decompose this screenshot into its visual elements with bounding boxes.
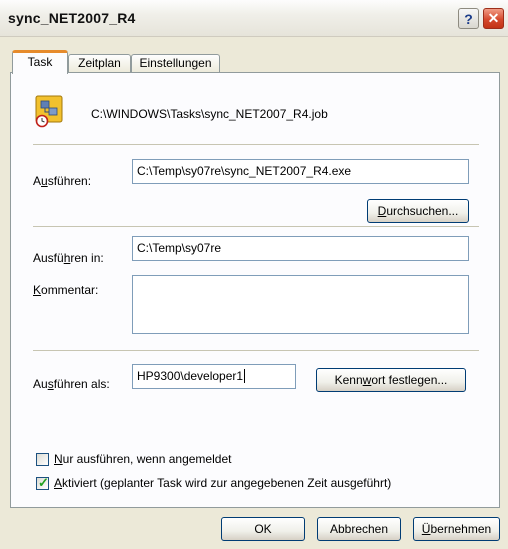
title-bar[interactable]: sync_NET2007_R4 ? ✕	[0, 0, 508, 37]
enabled-label[interactable]: Aktiviert (geplanter Task wird zur angeg…	[54, 476, 391, 490]
browse-button-label: Durchsuchen...	[377, 204, 459, 218]
text-cursor	[244, 369, 246, 383]
only-logged-on-label[interactable]: Nur ausführen, wenn angemeldet	[54, 452, 231, 466]
ok-button[interactable]: OK	[221, 517, 305, 541]
run-as-value: HP9300\developer1	[137, 369, 244, 383]
tab-task-label: Task	[27, 55, 53, 69]
cancel-button-label: Abbrechen	[329, 522, 389, 536]
start-in-label: Ausführen in:	[33, 251, 104, 265]
apply-button-label: Übernehmen	[421, 522, 492, 536]
close-button[interactable]: ✕	[483, 8, 504, 29]
browse-button[interactable]: Durchsuchen...	[367, 199, 469, 223]
window-title: sync_NET2007_R4	[8, 10, 136, 26]
set-password-button-label: Kennwort festlegen...	[334, 373, 448, 387]
tab-task[interactable]: Task	[12, 50, 68, 74]
set-password-button[interactable]: Kennwort festlegen...	[316, 368, 466, 392]
separator-1	[33, 144, 479, 145]
run-label: Ausführen:	[33, 174, 92, 188]
task-properties-dialog: sync_NET2007_R4 ? ✕ Task Zeitplan Einste…	[0, 0, 508, 549]
apply-button[interactable]: Übernehmen	[413, 517, 500, 541]
question-mark-icon: ?	[464, 10, 473, 27]
start-in-field[interactable]: C:\Temp\sy07re	[132, 236, 469, 261]
tab-zeitplan[interactable]: Zeitplan	[68, 54, 131, 73]
ok-button-label: OK	[254, 522, 272, 536]
separator-3	[33, 350, 479, 351]
cancel-button[interactable]: Abbrechen	[317, 517, 401, 541]
run-command-field[interactable]: C:\Temp\sy07re\sync_NET2007_R4.exe	[132, 159, 469, 184]
close-icon: ✕	[487, 10, 500, 26]
check-mark-icon: ✓	[38, 475, 49, 490]
task-tab-panel: C:\WINDOWS\Tasks\sync_NET2007_R4.job Aus…	[10, 72, 500, 508]
run-as-label: Ausführen als:	[33, 377, 110, 391]
job-file-path: C:\WINDOWS\Tasks\sync_NET2007_R4.job	[91, 107, 328, 121]
run-as-field[interactable]: HP9300\developer1	[132, 364, 296, 389]
only-logged-on-checkbox[interactable]	[36, 453, 49, 466]
tab-einstellungen-label: Einstellungen	[139, 56, 212, 70]
enabled-checkbox[interactable]: ✓	[36, 475, 49, 490]
comment-label: Kommentar:	[33, 283, 99, 297]
separator-2	[33, 226, 479, 227]
comment-field[interactable]	[132, 275, 469, 334]
scheduled-task-icon	[35, 95, 63, 128]
help-button[interactable]: ?	[458, 8, 479, 29]
tab-zeitplan-label: Zeitplan	[78, 56, 121, 70]
tab-einstellungen[interactable]: Einstellungen	[131, 54, 220, 73]
